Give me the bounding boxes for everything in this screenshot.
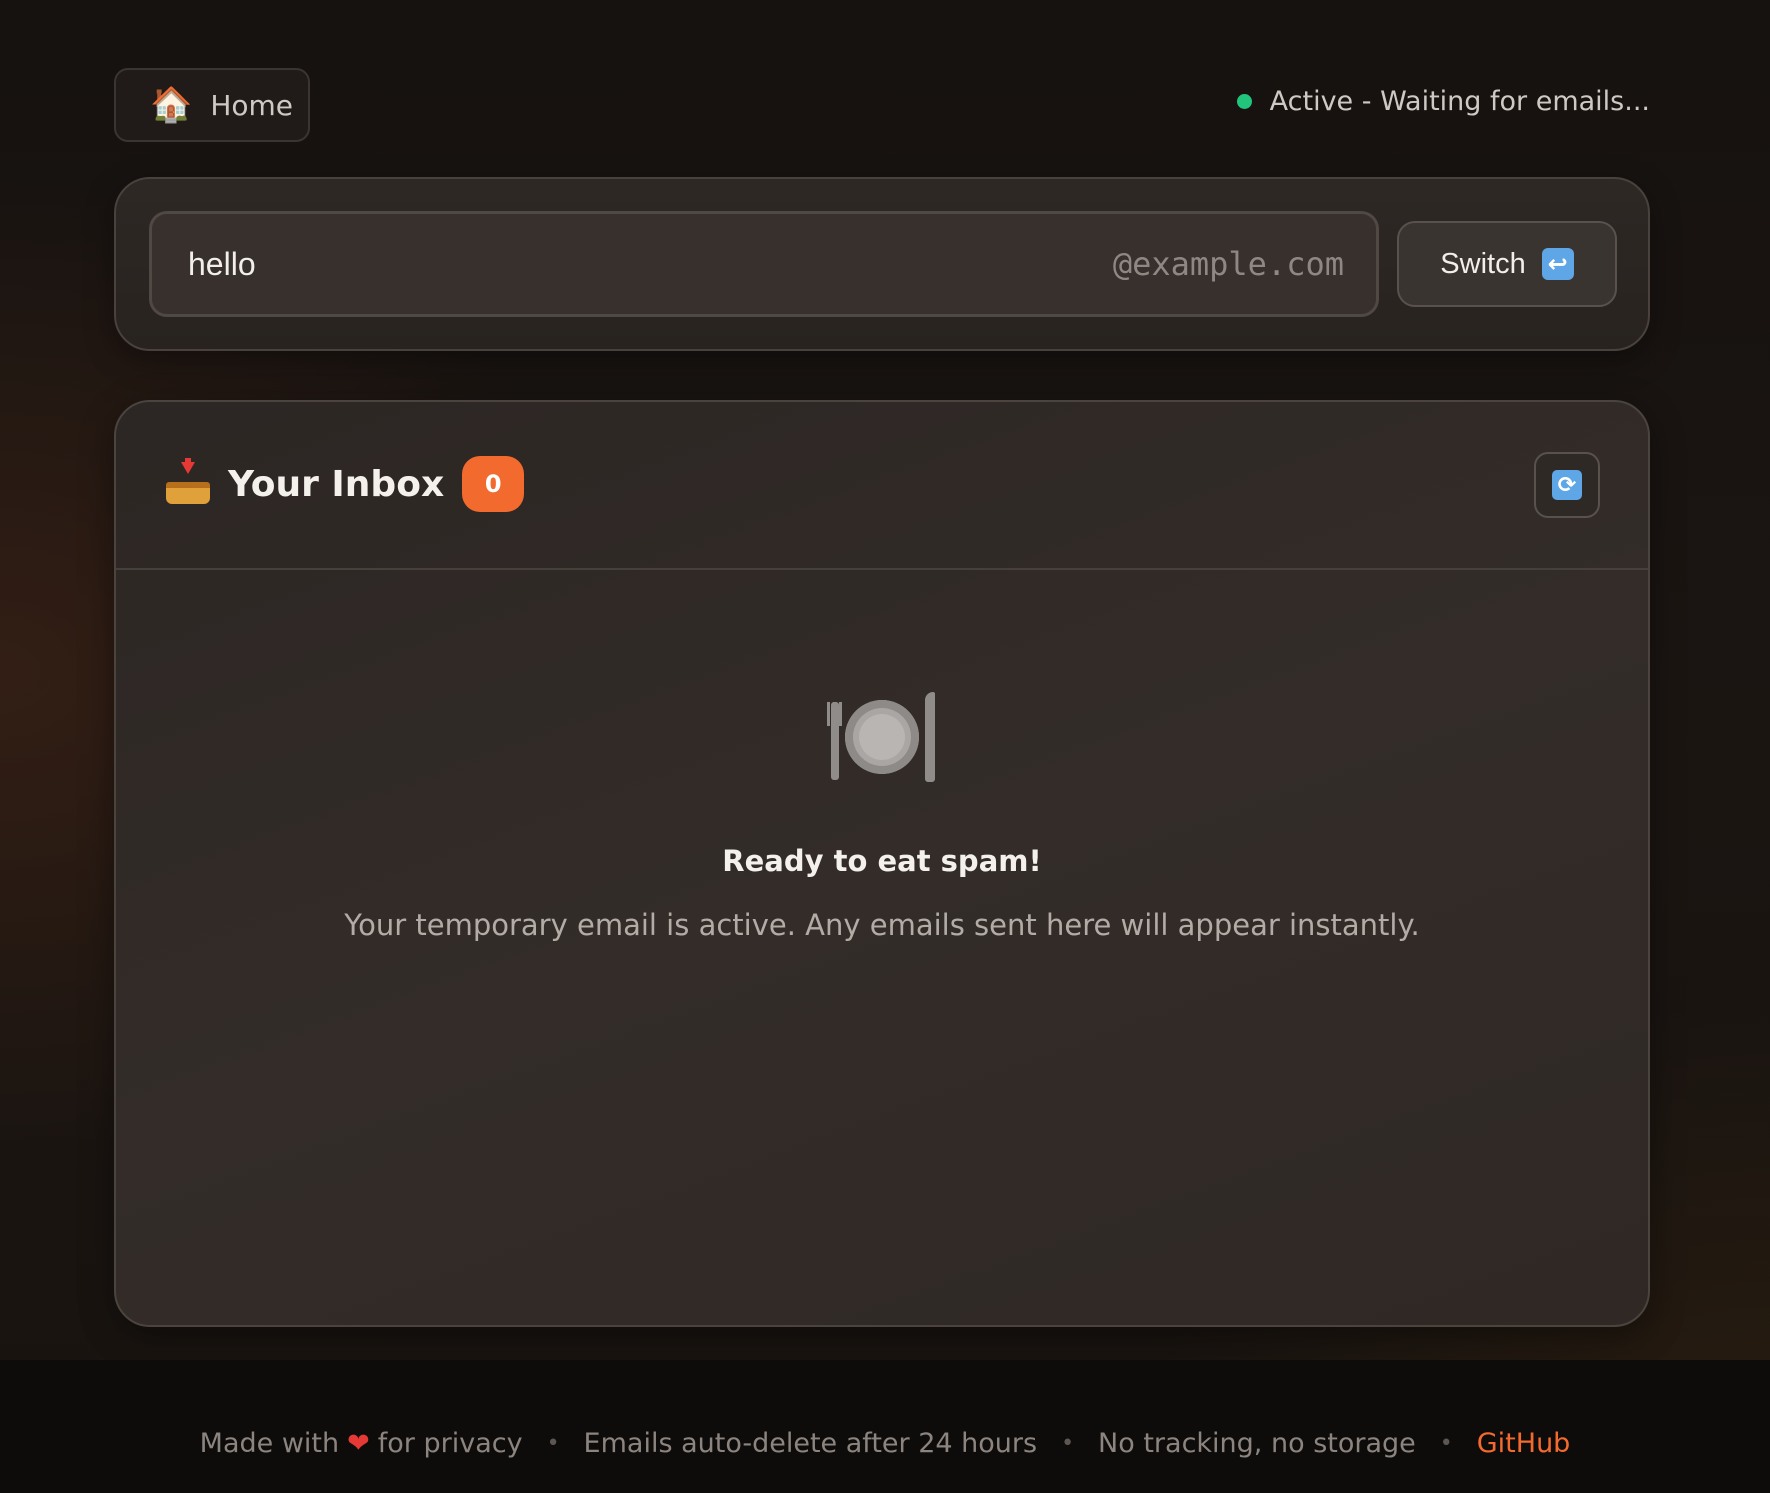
footer-made-with-prefix: Made with xyxy=(199,1428,340,1459)
inbox-count-badge: 0 xyxy=(462,456,525,512)
status-indicator: Active - Waiting for emails... xyxy=(1236,86,1650,117)
status-text: Active - Waiting for emails... xyxy=(1269,86,1650,117)
refresh-button[interactable]: ⟳ xyxy=(1534,452,1600,518)
inbox-empty-state: Ready to eat spam! Your temporary email … xyxy=(116,692,1648,942)
footer-separator: • xyxy=(546,1431,560,1456)
heart-icon: ❤ xyxy=(347,1428,370,1459)
return-arrow-icon: ↩ xyxy=(1541,248,1574,280)
github-link[interactable]: GitHub xyxy=(1477,1428,1571,1459)
empty-state-description: Your temporary email is active. Any emai… xyxy=(344,908,1420,942)
switch-button[interactable]: Switch ↩ xyxy=(1397,221,1617,307)
inbox-panel: Your Inbox 0 ⟳ Ready to eat spam! Your t… xyxy=(114,400,1650,1327)
inbox-header: Your Inbox 0 ⟳ xyxy=(116,402,1648,570)
inbox-tray-icon xyxy=(166,458,210,506)
footer-no-tracking: No tracking, no storage xyxy=(1098,1428,1416,1459)
status-dot-icon xyxy=(1236,94,1252,109)
inbox-title-row: Your Inbox 0 xyxy=(166,456,525,512)
home-label: Home xyxy=(210,88,294,122)
email-address-card: @example.com Switch ↩ xyxy=(114,177,1650,351)
home-button[interactable]: 🏠 Home xyxy=(114,68,310,142)
email-domain-suffix: @example.com xyxy=(1112,245,1344,283)
footer: Made with ❤ for privacy • Emails auto-de… xyxy=(0,1360,1770,1493)
refresh-icon: ⟳ xyxy=(1552,470,1582,500)
empty-state-title: Ready to eat spam! xyxy=(722,844,1042,878)
footer-separator: • xyxy=(1439,1431,1453,1456)
footer-made-with-suffix: for privacy xyxy=(377,1428,523,1459)
fork-knife-plate-icon xyxy=(827,692,937,782)
footer-row: Made with ❤ for privacy • Emails auto-de… xyxy=(0,1428,1770,1459)
email-username-input[interactable] xyxy=(186,244,890,284)
inbox-title: Your Inbox xyxy=(228,463,445,505)
switch-label: Switch xyxy=(1440,247,1526,280)
house-icon: 🏠 xyxy=(150,85,193,125)
footer-separator: • xyxy=(1061,1431,1075,1456)
footer-auto-delete: Emails auto-delete after 24 hours xyxy=(583,1428,1038,1459)
email-field[interactable]: @example.com xyxy=(149,211,1379,317)
